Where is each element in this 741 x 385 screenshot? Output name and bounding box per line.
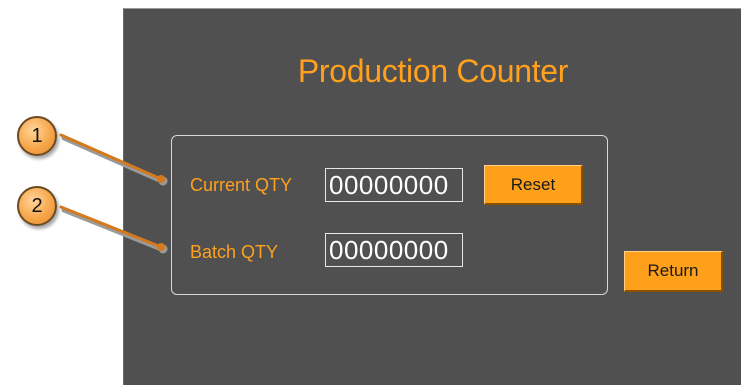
return-button[interactable]: Return <box>624 251 723 292</box>
batch-qty-label: Batch QTY <box>190 242 279 262</box>
current-qty-label: Current QTY <box>190 175 293 195</box>
callout-1-number: 1 <box>31 124 43 147</box>
page-title: Production Counter <box>297 53 569 89</box>
batch-qty-input[interactable]: 00000000 <box>325 233 463 267</box>
current-qty-display: 00000000 <box>325 168 463 202</box>
counter-group-box <box>171 135 608 295</box>
callout-2-number: 2 <box>31 194 43 217</box>
callout-1: 1 <box>17 116 57 156</box>
reset-button[interactable]: Reset <box>484 165 583 205</box>
callout-2: 2 <box>17 186 57 226</box>
